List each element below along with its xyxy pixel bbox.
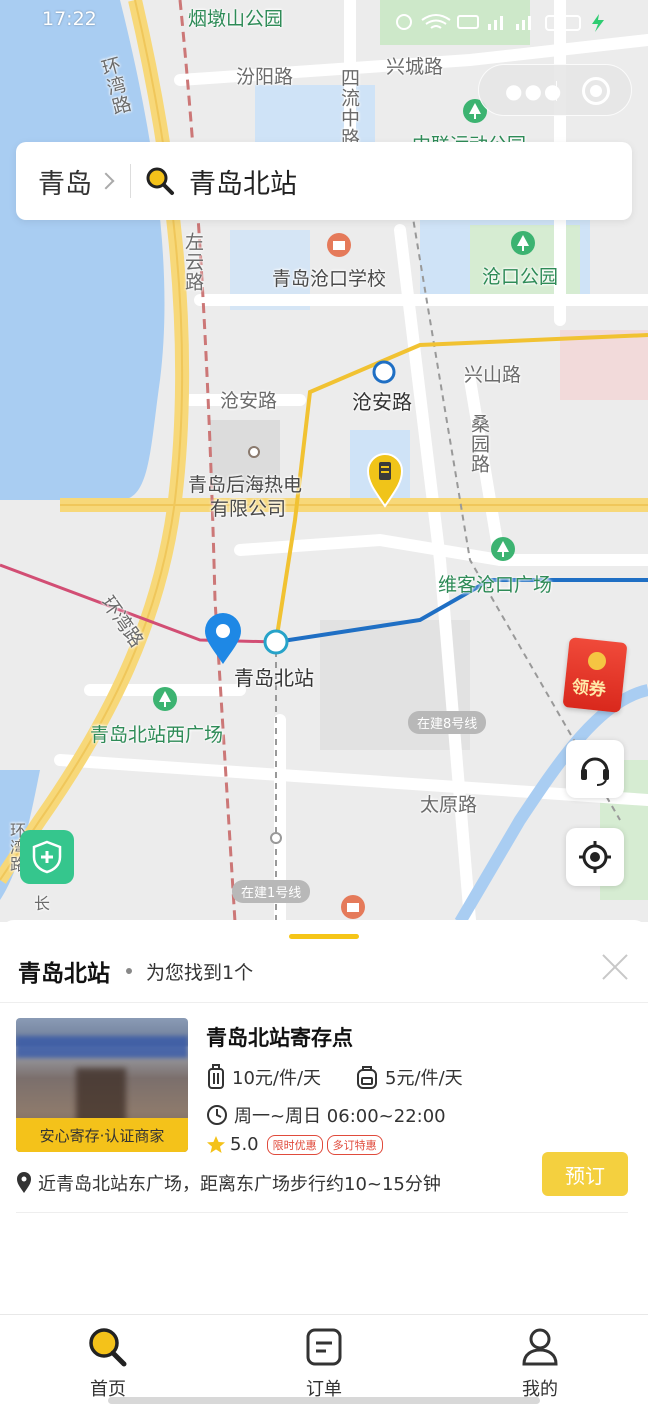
coupon-label: 领券 [570, 677, 607, 701]
safety-button[interactable] [20, 830, 74, 884]
store-photo: 安心寄存·认证商家 [16, 1018, 188, 1152]
map-label: 沧安路 [220, 390, 278, 412]
map-label: 青岛后海热电 [188, 474, 303, 496]
book-button[interactable]: 预订 [542, 1152, 628, 1196]
metro-station-label: 沧安路 [352, 390, 412, 414]
rating-row: 5.0 限时优惠 多订特惠 [206, 1134, 387, 1155]
metro-line-tag: 在建8号线 [408, 711, 487, 734]
city-label: 青岛 [38, 168, 92, 200]
customer-service-button[interactable] [566, 740, 624, 798]
bag-price: 5元/件/天 [385, 1068, 463, 1089]
park-icon [491, 537, 515, 561]
map-label: 桑园路 [468, 414, 490, 474]
shield-plus-icon [32, 840, 62, 874]
miniprogram-capsule: ●●● [478, 64, 632, 116]
order-icon [306, 1328, 342, 1366]
station-label: 青岛北站 [234, 666, 314, 690]
status-time: 17:22 [42, 8, 97, 30]
map-label: 汾阳路 [236, 66, 294, 88]
rating-value: 5.0 [230, 1134, 259, 1155]
more-icon[interactable]: ●●● [505, 79, 563, 103]
tab-bar: 首页 订单 我的 [0, 1314, 648, 1404]
map-label: 兴山路 [464, 364, 522, 386]
map-label: 维客沧口广场 [438, 574, 553, 596]
map-label: 兴城路 [386, 56, 444, 78]
search-icon [146, 167, 174, 195]
backpack-icon [357, 1066, 378, 1089]
signal-icons [396, 14, 604, 32]
tab-home[interactable]: 首页 [58, 1327, 158, 1401]
hours-row: 周一~周日 06:00~22:00 [206, 1102, 446, 1128]
promo-badge: 多订特惠 [326, 1134, 383, 1155]
map-label: 太原路 [420, 794, 478, 816]
store-address: 近青岛北站东广场，距离东广场步行约10~15分钟 [38, 1174, 441, 1195]
star-icon [207, 1135, 225, 1153]
map-view[interactable]: 烟墩山公园 汾阳路 兴城路 四流中路 中联运动公园 环湾路 左云路 青岛沧口学校… [0, 0, 648, 922]
park-icon [511, 231, 535, 255]
status-icons [396, 10, 606, 39]
store-name: 青岛北站寄存点 [206, 1026, 353, 1050]
close-icon[interactable] [598, 950, 632, 984]
result-card[interactable]: 安心寄存·认证商家 青岛北站寄存点 10元/件/天 5元/件/天 周一~周日 0… [16, 1018, 628, 1214]
headset-icon [581, 757, 609, 786]
divider [16, 1212, 628, 1213]
user-icon [522, 1328, 558, 1366]
tab-orders[interactable]: 订单 [274, 1327, 374, 1401]
result-count: 为您找到1个 [146, 961, 254, 984]
coupon-button[interactable]: 领券 [562, 636, 632, 713]
divider [0, 1002, 648, 1003]
school-icon [327, 233, 351, 257]
price-row: 10元/件/天 5元/件/天 [206, 1064, 463, 1090]
locate-me-button[interactable] [566, 828, 624, 886]
verified-tag: 安心寄存·认证商家 [16, 1118, 188, 1152]
map-label: 沧口公园 [482, 266, 559, 288]
search-icon [89, 1328, 127, 1367]
sheet-header: 青岛北站 为您找到1个 [18, 954, 253, 988]
separator-dot [126, 968, 132, 974]
chevron-right-icon [97, 172, 115, 190]
coupon-seal [588, 652, 606, 670]
address-row: 近青岛北站东广场，距离东广场步行约10~15分钟 [16, 1170, 441, 1196]
location-pin-icon [17, 1172, 31, 1193]
park-icon [153, 687, 177, 711]
close-miniprogram-icon[interactable] [582, 77, 610, 105]
luggage-icon [208, 1064, 224, 1089]
map-label: 长 [34, 894, 51, 913]
map-label: 青岛北站西广场 [90, 724, 224, 746]
map-label: 四流中路 [338, 68, 360, 148]
city-selector[interactable]: 青岛 [38, 162, 115, 201]
sheet-drag-handle[interactable] [289, 934, 359, 939]
luggage-price: 10元/件/天 [232, 1068, 322, 1089]
map-label: 有限公司 [210, 498, 287, 520]
capsule-divider [556, 81, 557, 101]
home-indicator [108, 1397, 540, 1404]
map-label: 左云路 [182, 232, 204, 292]
map-label: 烟墩山公园 [188, 8, 284, 30]
luggage-store-pin[interactable] [366, 452, 404, 508]
results-sheet: 青岛北站 为您找到1个 安心寄存·认证商家 青岛北站寄存点 10元/件/天 5元… [0, 920, 648, 1314]
clock-icon [207, 1105, 227, 1125]
school-icon [341, 895, 365, 919]
crosshair-icon [579, 841, 611, 873]
search-divider [130, 164, 131, 198]
metro-line-tag: 在建1号线 [232, 880, 311, 903]
search-bar: 青岛 青岛北站 [16, 142, 632, 220]
opening-hours: 周一~周日 06:00~22:00 [234, 1106, 446, 1127]
location-pin[interactable] [202, 612, 244, 666]
search-input[interactable]: 青岛北站 [189, 162, 297, 201]
promo-badge: 限时优惠 [266, 1134, 323, 1155]
map-canvas [0, 0, 648, 922]
sheet-title: 青岛北站 [18, 961, 110, 987]
tab-profile[interactable]: 我的 [490, 1327, 590, 1401]
map-label: 青岛沧口学校 [272, 268, 387, 290]
